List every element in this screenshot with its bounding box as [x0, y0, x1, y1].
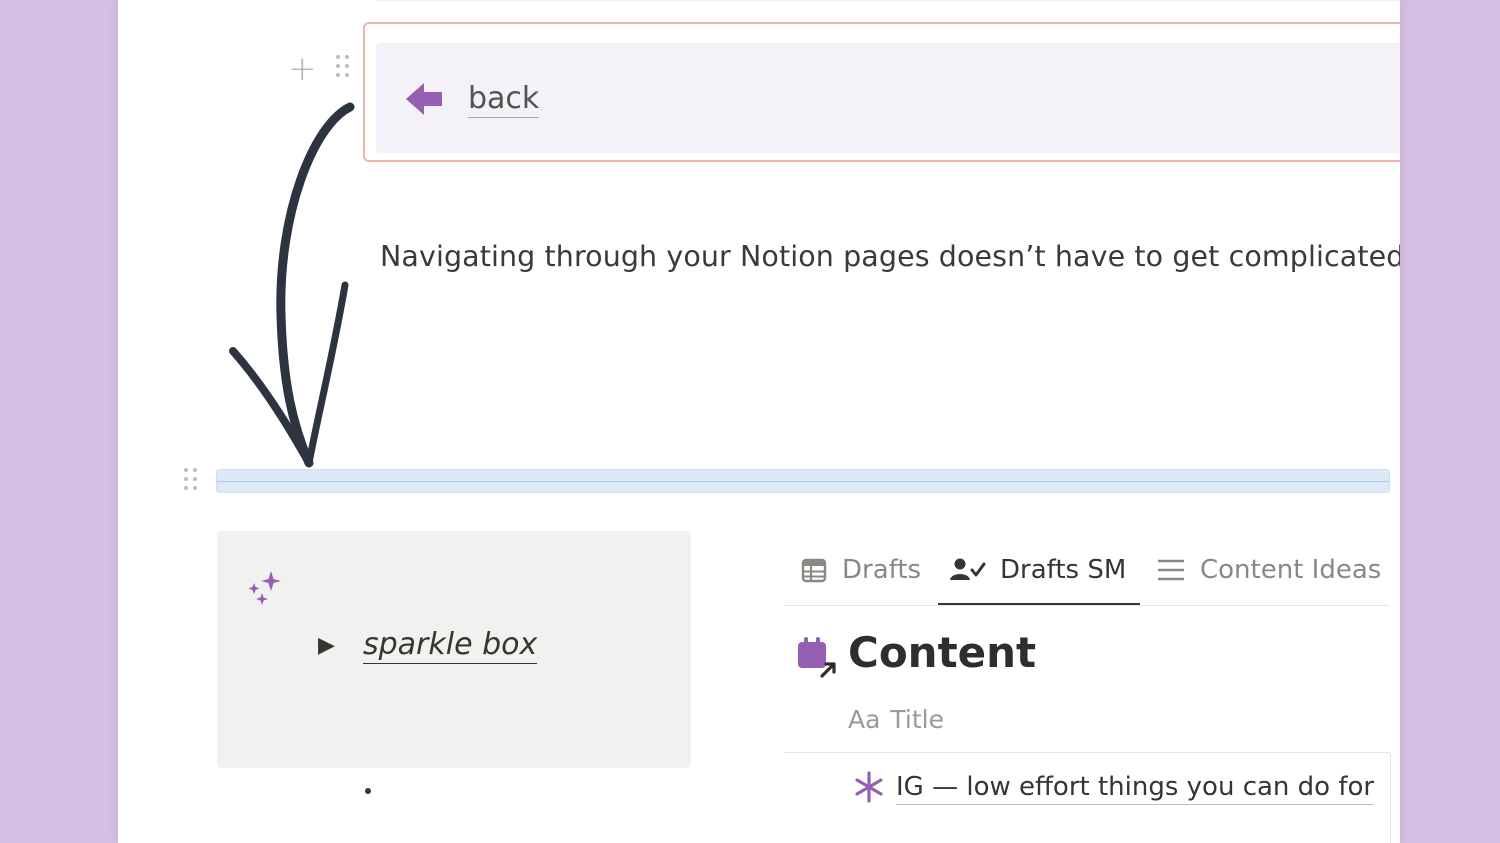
- person-check-icon: [950, 556, 986, 584]
- toggle-triangle-icon[interactable]: ▶: [318, 633, 335, 658]
- table-edge: [1390, 753, 1391, 843]
- table-icon: [800, 556, 828, 584]
- body-paragraph: Navigating through your Notion pages doe…: [380, 240, 1400, 273]
- toggle-callout: ▶ sparkle box: [217, 531, 691, 768]
- tab-label: Drafts SM: [1000, 555, 1127, 585]
- database-view-tabs: Drafts Drafts SM Content Ideas: [784, 540, 1390, 606]
- asterisk-icon: [855, 771, 883, 803]
- back-arrow-icon: [406, 83, 442, 115]
- tab-label: Content Ideas: [1200, 555, 1382, 585]
- hand-drawn-arrow-icon: [229, 102, 355, 468]
- back-link[interactable]: back: [468, 81, 540, 118]
- drag-handle-icon[interactable]: [336, 55, 349, 77]
- divider-line: [217, 481, 1389, 482]
- sparkle-box-link[interactable]: sparkle box: [363, 627, 538, 664]
- title-property-header[interactable]: Aa Title: [848, 705, 944, 734]
- drag-handle-icon[interactable]: [184, 468, 197, 490]
- tab-drafts[interactable]: Drafts: [800, 550, 921, 590]
- tab-drafts-sm[interactable]: Drafts SM: [950, 550, 1126, 590]
- tab-content-ideas[interactable]: Content Ideas: [1156, 550, 1381, 590]
- tabs-divider: [784, 605, 1390, 606]
- notion-page: + back Navigating through your Notion pa…: [118, 0, 1400, 843]
- property-label: Title: [890, 705, 944, 734]
- sparkles-icon: [248, 571, 281, 605]
- database-title[interactable]: Content: [848, 628, 1036, 677]
- table-row-title[interactable]: IG — low effort things you can do for: [896, 770, 1375, 805]
- tab-label: Drafts: [842, 555, 922, 585]
- selected-divider-block[interactable]: [216, 469, 1390, 493]
- bullet-point: [365, 788, 371, 794]
- top-divider: [376, 0, 1400, 1]
- list-icon: [1156, 556, 1186, 584]
- add-block-icon[interactable]: +: [288, 52, 317, 86]
- back-callout[interactable]: back: [376, 43, 1400, 153]
- calendar-link-icon: [798, 637, 836, 678]
- table-header-divider: [784, 752, 1390, 753]
- text-property-icon: Aa: [848, 705, 881, 734]
